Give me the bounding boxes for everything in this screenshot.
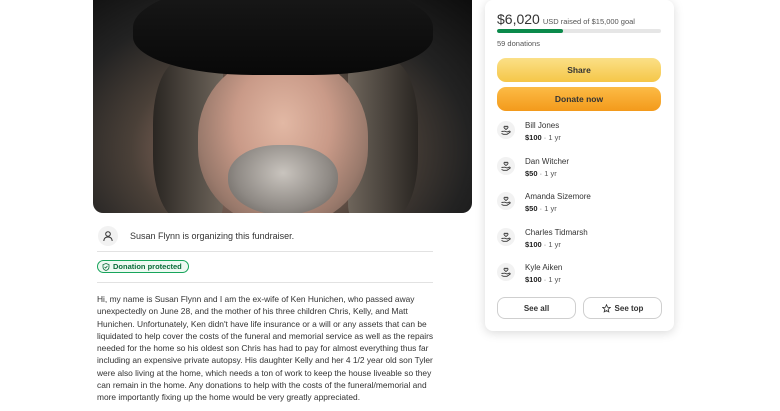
donor-icon [497,121,515,139]
donor-time: 1 yr [544,168,557,178]
donor-name: Kyle Aiken [525,263,563,272]
hand-heart-icon [501,125,511,135]
shield-check-icon [102,262,110,271]
share-button[interactable]: Share [497,58,661,82]
donor-name: Charles Tidmarsh [525,227,588,237]
see-top-button[interactable]: See top [583,297,662,319]
donor-item: Amanda Sizemore $50 · 1 yr [497,190,661,226]
donor-item: Dan Witcher $50 · 1 yr [497,155,661,191]
donor-item: Charles Tidmarsh $100 · 1 yr [497,226,661,262]
see-all-button[interactable]: See all [497,297,576,319]
story-text: Hi, my name is Susan Flynn and I am the … [97,294,434,403]
badge-label: Donation protected [113,262,182,271]
donor-name: Bill Jones [525,121,560,130]
donation-protected-badge[interactable]: Donation protected [97,260,189,273]
donor-meta: $50 · 1 yr [525,168,557,178]
organizer-text: Susan Flynn is organizing this fundraise… [130,231,295,241]
see-top-label: See top [614,303,644,313]
donor-meta: $100 · 1 yr [525,239,561,249]
donor-list: Bill Jones $100 · 1 yr Dan Witcher $50 ·… [497,119,661,297]
donor-icon [497,156,515,175]
donor-amount: $100 [525,133,542,142]
donor-icon [497,263,515,281]
organizer-row: Susan Flynn is organizing this fundraise… [98,222,433,250]
donor-name: Amanda Sizemore [525,192,591,201]
hand-heart-icon [501,267,511,277]
hero-image [93,0,472,213]
donor-time: 1 yr [548,275,561,284]
donor-meta: $100 · 1 yr [525,133,561,142]
hand-heart-icon [501,232,511,242]
progress-bar [497,29,661,33]
donor-amount: $50 [525,168,538,178]
donor-item: Bill Jones $100 · 1 yr [497,119,661,155]
hero-hat [133,0,433,75]
user-icon [103,231,113,242]
hand-heart-icon [501,161,511,171]
divider [97,282,433,283]
donor-time: 1 yr [548,133,561,142]
donor-amount: $100 [525,239,542,249]
donor-item: Kyle Aiken $100 · 1 yr [497,261,661,297]
hero-beard [228,145,338,213]
divider [97,251,433,252]
raised-summary: $6,020 USD raised of $15,000 goal [497,11,635,27]
donor-icon [497,227,515,246]
donor-icon [497,192,515,210]
donor-amount: $50 [525,204,538,213]
donor-time: 1 yr [548,239,561,249]
donor-time: 1 yr [544,204,557,213]
donor-meta: $50 · 1 yr [525,204,557,213]
donation-card: $6,020 USD raised of $15,000 goal 59 don… [485,0,674,331]
donor-name: Dan Witcher [525,156,570,166]
donor-amount: $100 [525,275,542,284]
organizer-avatar [98,226,118,246]
hand-heart-icon [501,196,511,206]
donation-count: 59 donations [497,39,540,48]
star-icon [601,303,611,313]
goal-text: USD raised of $15,000 goal [542,17,635,26]
donate-button[interactable]: Donate now [497,87,661,111]
raised-amount: $6,020 [497,11,540,27]
donor-meta: $100 · 1 yr [525,275,561,284]
see-all-label: See all [523,303,550,313]
progress-fill [497,29,563,33]
